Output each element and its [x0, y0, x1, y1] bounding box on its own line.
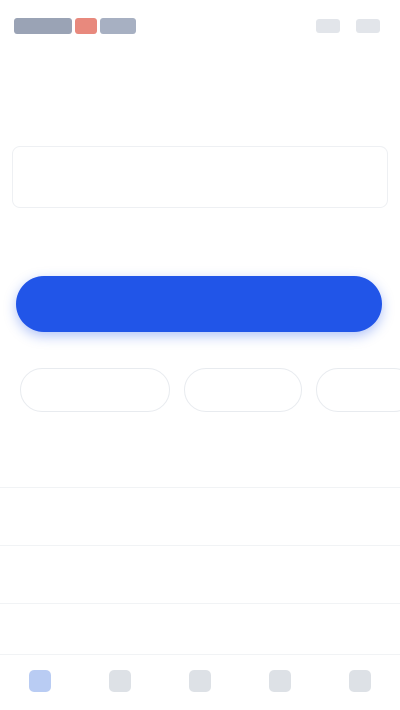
nav-item-home[interactable] — [10, 669, 70, 696]
brand-logo[interactable] — [14, 18, 136, 34]
nav-item-favorites[interactable] — [90, 669, 150, 696]
list-item[interactable] — [0, 546, 400, 604]
tab-category-1[interactable] — [20, 368, 170, 412]
help-icon[interactable] — [316, 19, 340, 33]
list-item[interactable] — [0, 430, 400, 488]
tab-category-2[interactable] — [184, 368, 302, 412]
user-icon — [349, 669, 371, 692]
nav-item-cart[interactable] — [170, 669, 230, 696]
nav-item-profile[interactable] — [330, 669, 390, 696]
page-title — [0, 72, 400, 120]
category-tabs — [0, 364, 400, 416]
menu-icon[interactable] — [356, 19, 380, 33]
logo-part-left — [14, 18, 72, 34]
header-actions — [316, 19, 380, 33]
cart-icon — [189, 669, 211, 692]
bottom-nav — [0, 654, 400, 710]
nav-item-notifications[interactable] — [250, 669, 310, 696]
list-item[interactable] — [0, 488, 400, 546]
app-header — [0, 0, 400, 52]
recent-list — [0, 430, 400, 662]
search-input[interactable] — [27, 169, 373, 185]
home-icon — [29, 669, 51, 692]
star-icon — [109, 669, 131, 692]
tab-category-3[interactable] — [316, 368, 400, 412]
logo-part-right — [100, 18, 136, 34]
logo-part-accent — [75, 18, 97, 34]
search-card[interactable] — [12, 146, 388, 208]
bell-icon — [269, 669, 291, 692]
search-button[interactable] — [16, 276, 382, 332]
